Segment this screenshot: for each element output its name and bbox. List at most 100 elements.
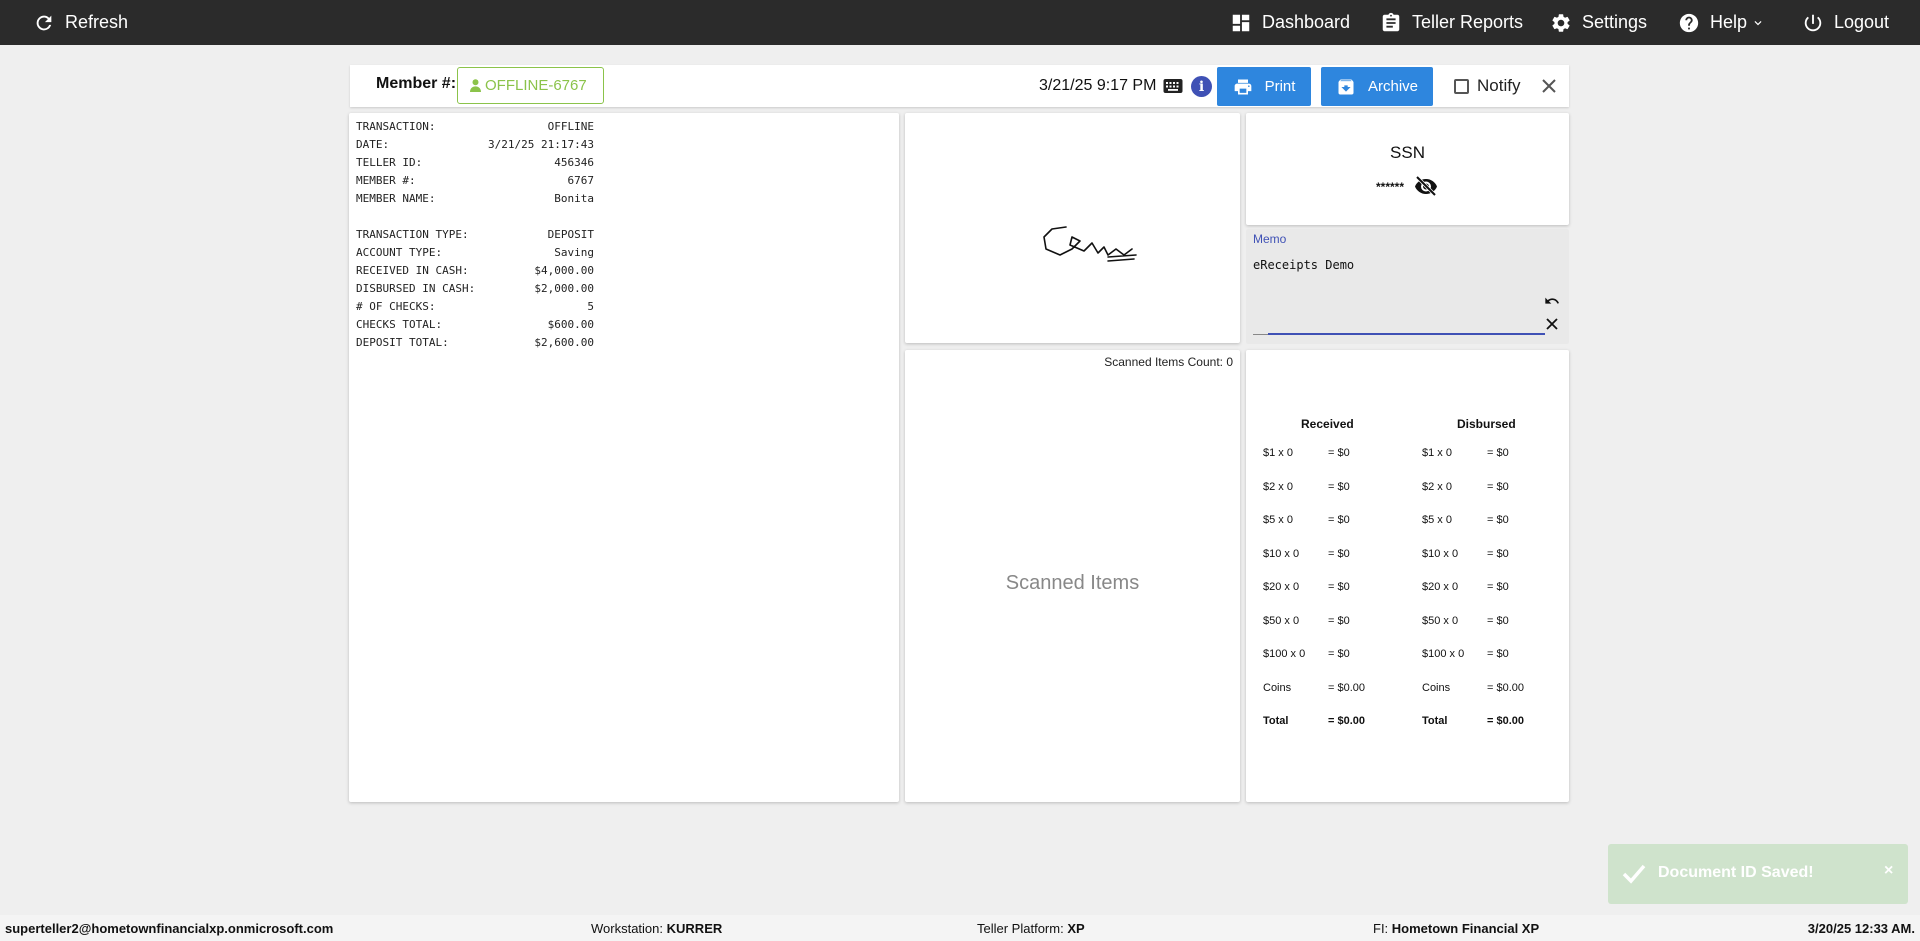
disbursed-denomination: $20 x 0 [1422,581,1459,593]
disbursed-header: Disbursed [1457,417,1516,431]
disbursed-denomination: $5 x 0 [1422,514,1452,526]
received-denomination: $50 x 0 [1263,615,1300,627]
disbursed-amount: = $0.00 [1487,715,1525,727]
received-amount: = $0 [1328,581,1350,593]
disbursed-denomination: $10 x 0 [1422,548,1459,560]
toast-close-button[interactable]: × [1884,862,1893,880]
status-footer: superteller2@hometownfinancialxp.onmicro… [0,915,1920,941]
dashboard-label: Dashboard [1262,12,1351,32]
footer-workstation-label: Workstation: [591,921,664,936]
footer-platform-value: XP [1067,921,1085,936]
dashboard-link[interactable]: Dashboard [1230,0,1350,45]
footer-user: superteller2@hometownfinancialxp.onmicro… [5,921,334,936]
success-toast: Document ID Saved! × [1608,844,1908,904]
printer-icon [1234,79,1251,94]
memo-input[interactable]: eReceipts Demo [1253,258,1354,272]
print-button[interactable]: Print [1217,67,1311,106]
power-icon [1804,14,1822,31]
settings-link[interactable]: Settings [1550,0,1647,45]
received-amount: = $0 [1328,447,1350,459]
disbursed-amount: = $0 [1487,648,1509,660]
settings-label: Settings [1582,12,1648,32]
member-number-label: Member #: [376,75,457,92]
received-denomination: $20 x 0 [1263,581,1300,593]
archive-button[interactable]: Archive [1321,67,1433,106]
disbursed-amount: = $0.00 [1487,682,1525,694]
memo-field[interactable]: Memo eReceipts Demo [1246,229,1569,344]
received-header: Received [1301,417,1354,431]
disbursed-amount: = $0 [1487,581,1509,593]
top-navigation-bar: Refresh Dashboard Teller Reports Setting… [0,0,1920,45]
eye-off-icon[interactable] [1414,176,1438,196]
member-number-field[interactable]: OFFLINE-6767 [457,67,604,104]
disbursed-amount: = $0 [1487,615,1509,627]
notify-checkbox[interactable]: Notify [1454,76,1520,96]
receipt-row: DISBURSED IN CASH: $2,000.00 [356,282,594,295]
logout-label: Logout [1834,12,1890,32]
undo-icon[interactable] [1544,293,1560,309]
keyboard-icon[interactable] [1163,78,1183,94]
ssn-panel: SSN ****** [1246,113,1569,225]
scanned-items-count: Scanned Items Count: 0 [1104,355,1233,369]
receipt-row: RECEIVED IN CASH: $4,000.00 [356,264,594,277]
transaction-header: Member #: OFFLINE-6767 3/21/25 9:17 PM i… [350,65,1569,107]
help-circle-icon [1679,13,1699,32]
notify-checkbox-box[interactable] [1454,78,1469,94]
disbursed-denomination: Coins [1422,682,1451,694]
footer-workstation: Workstation: KURRER [591,921,722,936]
refresh-icon [36,15,52,30]
disbursed-denomination: $1 x 0 [1422,447,1452,459]
print-label: Print [1264,78,1296,95]
received-denomination: $100 x 0 [1263,648,1306,660]
disbursed-amount: = $0 [1487,548,1509,560]
dashboard-icon [1232,14,1250,31]
received-amount: = $0.00 [1328,715,1366,727]
footer-date: 3/20/25 12:33 AM. [1807,921,1915,936]
receipt-row: TRANSACTION TYPE: DEPOSIT [356,228,594,241]
received-denomination: $10 x 0 [1263,548,1300,560]
checkmark-icon [1622,864,1646,884]
clipboard-icon [1382,12,1400,31]
signature-panel[interactable] [905,113,1240,343]
received-amount: = $0 [1328,514,1350,526]
cash-breakdown-panel: Received Disbursed $1 x 0 = $0 $1 x 0 = $0 $… [1246,350,1569,802]
footer-platform: Teller Platform: XP [977,921,1085,936]
chevron-down-icon [1754,20,1762,25]
archive-label: Archive [1367,78,1419,95]
scanned-items-panel: Scanned Items Count: 0 Scanned Items [905,350,1240,802]
disbursed-denomination: Total [1422,715,1448,727]
help-label: Help [1710,12,1748,32]
receipt-row: DATE: 3/21/25 21:17:43 [356,138,594,151]
receipt-row: ACCOUNT TYPE: Saving [356,246,594,259]
disbursed-denomination: $50 x 0 [1422,615,1459,627]
memo-label: Memo [1253,232,1287,246]
refresh-button[interactable]: Refresh [33,0,128,45]
disbursed-amount: = $0 [1487,447,1509,459]
receipt-row: TRANSACTION: OFFLINE [356,120,594,133]
received-denomination: $2 x 0 [1263,481,1293,493]
teller-reports-label: Teller Reports [1412,12,1524,32]
user-icon [470,79,481,92]
help-menu[interactable]: Help [1678,0,1765,45]
clear-icon[interactable] [1544,316,1560,332]
notify-label: Notify [1477,76,1521,95]
footer-workstation-value: KURRER [666,921,723,936]
received-amount: = $0 [1328,648,1350,660]
close-icon[interactable] [1539,76,1559,96]
disbursed-denomination: $2 x 0 [1422,481,1452,493]
logout-button[interactable]: Logout [1802,0,1889,45]
received-denomination: Coins [1263,682,1292,694]
refresh-label: Refresh [65,12,129,32]
info-icon[interactable]: i [1191,76,1212,97]
transaction-datetime: 3/21/25 9:17 PM [1039,77,1157,94]
toast-message: Document ID Saved! [1658,864,1814,881]
teller-reports-link[interactable]: Teller Reports [1380,0,1523,45]
footer-fi-label: FI: [1373,921,1389,936]
received-amount: = $0 [1328,481,1350,493]
gear-icon [1552,13,1570,32]
received-amount: = $0 [1328,615,1350,627]
memo-underline [1268,333,1545,335]
memo-underline-left [1253,334,1268,335]
receipt-row: # OF CHECKS: 5 [356,300,594,313]
archive-icon [1338,79,1354,94]
